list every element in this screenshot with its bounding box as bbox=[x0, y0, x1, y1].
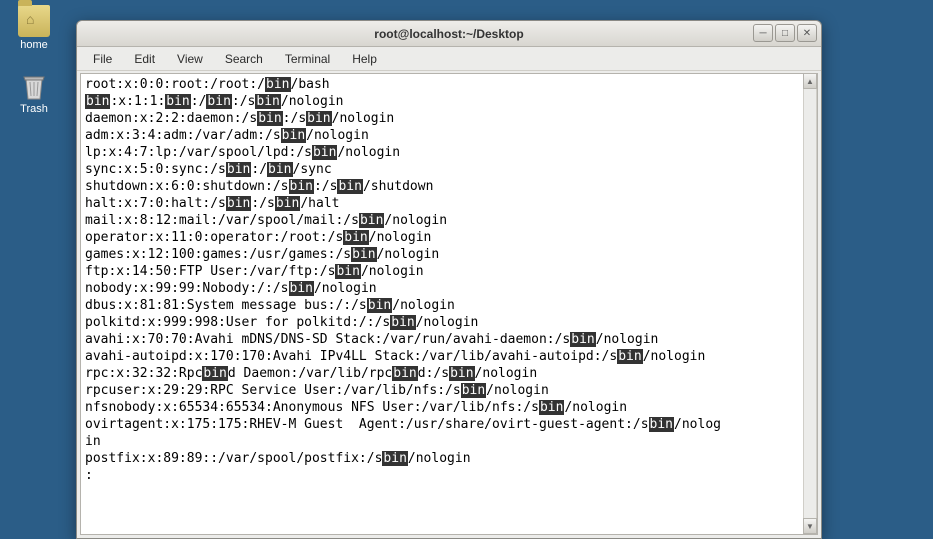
scroll-track[interactable] bbox=[803, 89, 817, 518]
highlight-match: bin bbox=[359, 213, 384, 228]
terminal-line: ovirtagent:x:175:175:RHEV-M Guest Agent:… bbox=[85, 416, 813, 433]
highlight-match: bin bbox=[255, 94, 280, 109]
menu-file[interactable]: File bbox=[83, 50, 122, 68]
highlight-match: bin bbox=[539, 400, 564, 415]
desktop-trash-label: Trash bbox=[20, 103, 48, 115]
highlight-match: bin bbox=[202, 366, 227, 381]
highlight-match: bin bbox=[335, 264, 360, 279]
maximize-button[interactable]: □ bbox=[775, 24, 795, 42]
highlight-match: bin bbox=[257, 111, 282, 126]
highlight-match: bin bbox=[312, 145, 337, 160]
titlebar[interactable]: root@localhost:~/Desktop ─ □ ✕ bbox=[77, 21, 821, 47]
highlight-match: bin bbox=[449, 366, 474, 381]
terminal-line: rpc:x:32:32:Rpcbind Daemon:/var/lib/rpcb… bbox=[85, 365, 813, 382]
highlight-match: bin bbox=[390, 315, 415, 330]
highlight-match: bin bbox=[289, 179, 314, 194]
terminal-line: mail:x:8:12:mail:/var/spool/mail:/sbin/n… bbox=[85, 212, 813, 229]
terminal-line: ftp:x:14:50:FTP User:/var/ftp:/sbin/nolo… bbox=[85, 263, 813, 280]
terminal-line: root:x:0:0:root:/root:/bin/bash bbox=[85, 76, 813, 93]
terminal-line: daemon:x:2:2:daemon:/sbin:/sbin/nologin bbox=[85, 110, 813, 127]
menubar: File Edit View Search Terminal Help bbox=[77, 47, 821, 71]
highlight-match: bin bbox=[351, 247, 376, 262]
menu-edit[interactable]: Edit bbox=[124, 50, 165, 68]
highlight-match: bin bbox=[289, 281, 314, 296]
desktop-trash-icon[interactable]: Trash bbox=[10, 69, 58, 115]
terminal-line: sync:x:5:0:sync:/sbin:/bin/sync bbox=[85, 161, 813, 178]
desktop-home-icon[interactable]: home bbox=[10, 5, 58, 51]
terminal-line: halt:x:7:0:halt:/sbin:/sbin/halt bbox=[85, 195, 813, 212]
highlight-match: bin bbox=[275, 196, 300, 211]
terminal-window: root@localhost:~/Desktop ─ □ ✕ File Edit… bbox=[76, 20, 822, 539]
folder-icon bbox=[18, 5, 50, 37]
terminal-line: games:x:12:100:games:/usr/games:/sbin/no… bbox=[85, 246, 813, 263]
highlight-match: bin bbox=[367, 298, 392, 313]
highlight-match: bin bbox=[337, 179, 362, 194]
terminal-line: nfsnobody:x:65534:65534:Anonymous NFS Us… bbox=[85, 399, 813, 416]
terminal-output[interactable]: root:x:0:0:root:/root:/bin/bashbin:x:1:1… bbox=[80, 73, 818, 535]
highlight-match: bin bbox=[226, 196, 251, 211]
menu-help[interactable]: Help bbox=[342, 50, 387, 68]
terminal-line: operator:x:11:0:operator:/root:/sbin/nol… bbox=[85, 229, 813, 246]
scrollbar[interactable]: ▲ ▼ bbox=[803, 73, 817, 534]
desktop-home-label: home bbox=[20, 39, 48, 51]
terminal-line: avahi:x:70:70:Avahi mDNS/DNS-SD Stack:/v… bbox=[85, 331, 813, 348]
highlight-match: bin bbox=[265, 77, 290, 92]
highlight-match: bin bbox=[392, 366, 417, 381]
terminal-line: rpcuser:x:29:29:RPC Service User:/var/li… bbox=[85, 382, 813, 399]
trash-icon bbox=[18, 69, 50, 101]
highlight-match: bin bbox=[343, 230, 368, 245]
terminal-line: polkitd:x:999:998:User for polkitd:/:/sb… bbox=[85, 314, 813, 331]
terminal-line: avahi-autoipd:x:170:170:Avahi IPv4LL Sta… bbox=[85, 348, 813, 365]
highlight-match: bin bbox=[461, 383, 486, 398]
highlight-match: bin bbox=[85, 94, 110, 109]
window-title: root@localhost:~/Desktop bbox=[77, 27, 821, 41]
scroll-down-button[interactable]: ▼ bbox=[803, 518, 817, 534]
highlight-match: bin bbox=[570, 332, 595, 347]
highlight-match: bin bbox=[306, 111, 331, 126]
terminal-line: adm:x:3:4:adm:/var/adm:/sbin/nologin bbox=[85, 127, 813, 144]
highlight-match: bin bbox=[617, 349, 642, 364]
highlight-match: bin bbox=[206, 94, 231, 109]
highlight-match: bin bbox=[165, 94, 190, 109]
minimize-button[interactable]: ─ bbox=[753, 24, 773, 42]
menu-view[interactable]: View bbox=[167, 50, 213, 68]
terminal-line: postfix:x:89:89::/var/spool/postfix:/sbi… bbox=[85, 450, 813, 467]
terminal-line: lp:x:4:7:lp:/var/spool/lpd:/sbin/nologin bbox=[85, 144, 813, 161]
highlight-match: bin bbox=[382, 451, 407, 466]
highlight-match: bin bbox=[649, 417, 674, 432]
terminal-line: bin:x:1:1:bin:/bin:/sbin/nologin bbox=[85, 93, 813, 110]
highlight-match: bin bbox=[281, 128, 306, 143]
menu-search[interactable]: Search bbox=[215, 50, 273, 68]
menu-terminal[interactable]: Terminal bbox=[275, 50, 340, 68]
close-button[interactable]: ✕ bbox=[797, 24, 817, 42]
highlight-match: bin bbox=[267, 162, 292, 177]
terminal-line: in bbox=[85, 433, 813, 450]
scroll-up-button[interactable]: ▲ bbox=[803, 73, 817, 89]
terminal-line: nobody:x:99:99:Nobody:/:/sbin/nologin bbox=[85, 280, 813, 297]
terminal-line: dbus:x:81:81:System message bus:/:/sbin/… bbox=[85, 297, 813, 314]
terminal-line: shutdown:x:6:0:shutdown:/sbin:/sbin/shut… bbox=[85, 178, 813, 195]
terminal-line: : bbox=[85, 467, 813, 484]
highlight-match: bin bbox=[226, 162, 251, 177]
